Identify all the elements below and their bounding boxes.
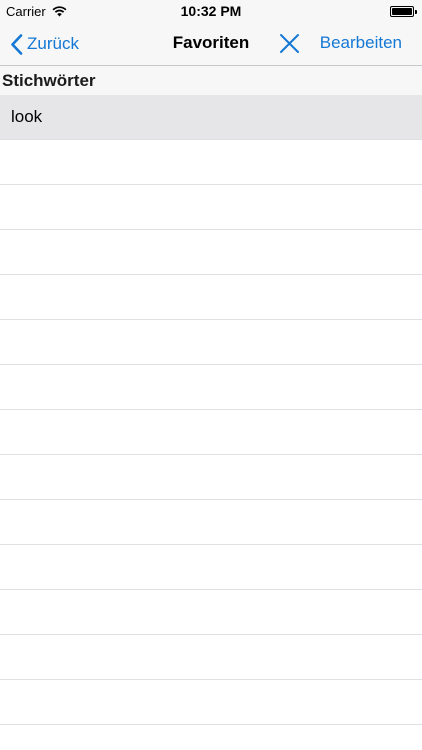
status-bar: Carrier 10:32 PM (0, 0, 422, 22)
section-header: Stichwörter (0, 66, 422, 95)
list-item[interactable] (0, 320, 422, 365)
list-item[interactable] (0, 365, 422, 410)
clock: 10:32 PM (180, 3, 242, 19)
list-item[interactable] (0, 185, 422, 230)
list-item[interactable] (0, 140, 422, 185)
list-item[interactable] (0, 410, 422, 455)
chevron-left-icon (11, 33, 23, 55)
battery-icon (390, 6, 417, 17)
page-title: Favoriten (172, 33, 250, 52)
list-item[interactable] (0, 635, 422, 680)
back-label: Zurück (27, 34, 79, 53)
close-icon (280, 34, 299, 53)
favorites-list: look (0, 95, 422, 725)
list-item[interactable] (0, 455, 422, 500)
back-button[interactable]: Zurück (10, 31, 79, 57)
list-item[interactable] (0, 680, 422, 725)
list-item[interactable] (0, 590, 422, 635)
list-item[interactable] (0, 230, 422, 275)
list-item[interactable] (0, 275, 422, 320)
edit-button[interactable]: Bearbeiten (320, 33, 402, 53)
list-item[interactable]: look (0, 95, 422, 140)
navigation-bar: Zurück Favoriten Bearbeiten (0, 22, 422, 66)
list-item[interactable] (0, 500, 422, 545)
close-button[interactable] (277, 32, 301, 56)
list-item-label: look (11, 107, 43, 126)
list-item[interactable] (0, 545, 422, 590)
